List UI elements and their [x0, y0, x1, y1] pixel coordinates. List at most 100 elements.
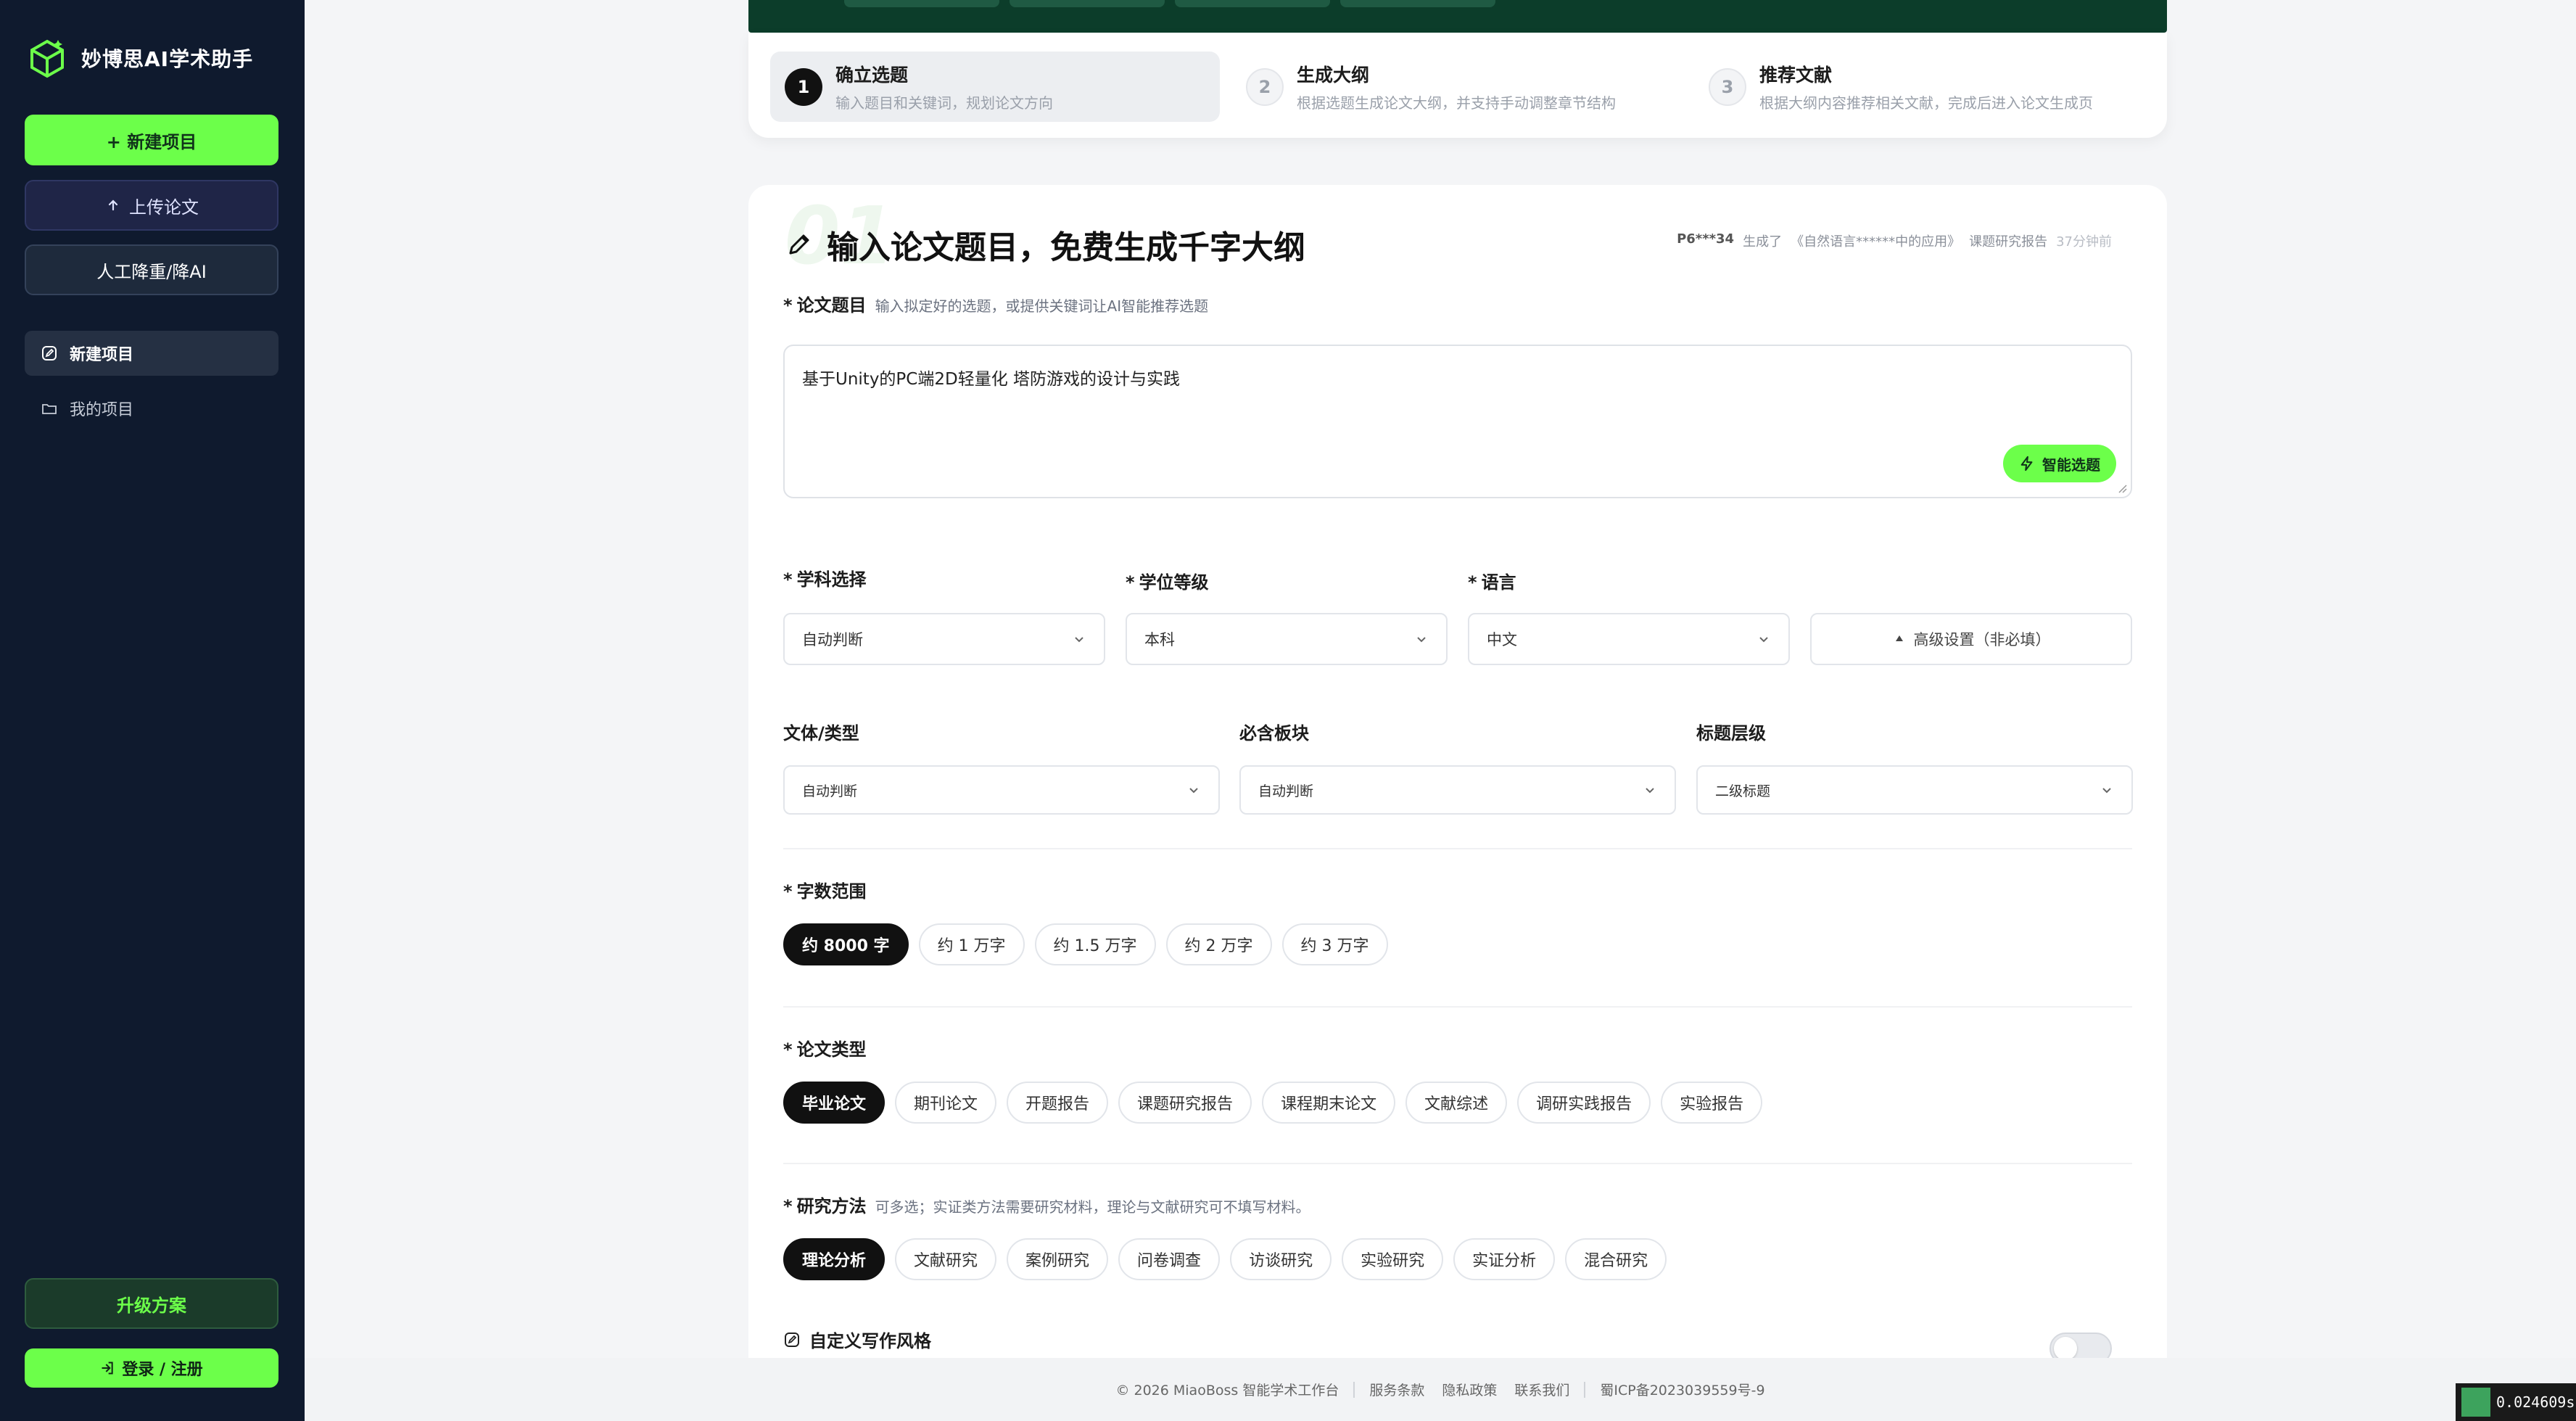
heading-level-select[interactable]: 二级标题 — [1696, 765, 2133, 815]
nav-item-my-projects[interactable]: 我的项目 — [25, 386, 278, 431]
word-count-option[interactable]: 约 8000 字 — [783, 923, 909, 965]
banner-tab — [844, 0, 999, 7]
chevron-down-icon — [1417, 637, 1426, 643]
required-section-select[interactable]: 自动判断 — [1239, 765, 1676, 815]
upload-paper-label: 上传论文 — [129, 197, 199, 218]
topic-label-text: 论文题目 — [796, 295, 867, 316]
topic-textarea[interactable]: 基于Unity的PC端2D轻量化 塔防游戏的设计与实践 智能选题 — [783, 345, 2132, 498]
nav-item-label: 我的项目 — [70, 401, 134, 419]
new-project-button[interactable]: + 新建项目 — [25, 115, 278, 165]
reduce-ai-button[interactable]: 人工降重/降AI — [25, 244, 278, 295]
method-label-text: 研究方法 — [796, 1196, 867, 1216]
smart-topic-label: 智能选题 — [2042, 456, 2100, 474]
step-1[interactable]: 1 确立选题 输入题目和关键词，规划论文方向 — [770, 52, 1220, 122]
paper-type-option[interactable]: 实验报告 — [1661, 1082, 1763, 1124]
footer-separator — [1584, 1381, 1586, 1398]
step-progress: 1 确立选题 输入题目和关键词，规划论文方向 2 生成大纲 根据选题生成论文大纲… — [748, 33, 2167, 138]
divider — [783, 1006, 2132, 1008]
paper-type-option[interactable]: 课程期末论文 — [1262, 1082, 1396, 1124]
main-content: 1 确立选题 输入题目和关键词，规划论文方向 2 生成大纲 根据选题生成论文大纲… — [305, 0, 2576, 1421]
edit-icon — [42, 346, 57, 361]
method-option[interactable]: 案例研究 — [1007, 1238, 1109, 1280]
method-option[interactable]: 混合研究 — [1565, 1238, 1667, 1280]
method-option[interactable]: 问卷调查 — [1118, 1238, 1221, 1280]
language-label: * 语言 — [1468, 572, 1516, 593]
footer-link-terms[interactable]: 服务条款 — [1369, 1380, 1424, 1399]
subject-label: * 学科选择 — [783, 569, 867, 590]
paper-type-options: 毕业论文 期刊论文 开题报告 课题研究报告 课程期末论文 文献综述 调研实践报告… — [783, 1082, 1763, 1124]
paper-type-option[interactable]: 文献综述 — [1405, 1082, 1508, 1124]
word-count-option[interactable]: 约 3 万字 — [1281, 923, 1388, 965]
ticker-user: P6***34 — [1677, 231, 1735, 247]
paper-type-label: * 论文类型 — [783, 1039, 867, 1060]
nav-item-new-project[interactable]: 新建项目 — [25, 331, 278, 376]
step-3[interactable]: 3 推荐文献 根据大纲内容推荐相关文献，完成后进入论文生成页 — [1694, 52, 2093, 122]
advanced-settings-label: 高级设置（非必填） — [1913, 631, 2051, 648]
step-desc: 输入题目和关键词，规划论文方向 — [835, 94, 1053, 112]
language-label-text: 语言 — [1481, 572, 1516, 593]
footer-link-privacy[interactable]: 隐私政策 — [1442, 1380, 1497, 1399]
ticker-action: 生成了 — [1743, 234, 1783, 250]
advanced-settings-button[interactable]: 高级设置（非必填） — [1810, 613, 2132, 665]
footer-icp[interactable]: 蜀ICP备2023039559号-9 — [1600, 1380, 1764, 1399]
triangle-up-icon — [1895, 635, 1903, 641]
step-title: 生成大纲 — [1297, 65, 1370, 86]
method-option[interactable]: 理论分析 — [783, 1238, 886, 1280]
method-option[interactable]: 实验研究 — [1342, 1238, 1444, 1280]
chevron-down-icon — [1759, 637, 1768, 643]
method-hint: 可多选；实证类方法需要研究材料，理论与文献研究可不填写材料。 — [875, 1198, 1310, 1216]
footer-links: 服务条款 隐私政策 联系我们 — [1369, 1380, 1569, 1399]
genre-select[interactable]: 自动判断 — [783, 765, 1220, 815]
language-select[interactable]: 中文 — [1468, 613, 1790, 665]
banner-tab — [1340, 0, 1495, 7]
resize-handle-icon[interactable] — [2118, 484, 2128, 494]
banner-tab — [1010, 0, 1165, 7]
paper-type-option[interactable]: 期刊论文 — [895, 1082, 997, 1124]
method-option[interactable]: 实证分析 — [1453, 1238, 1556, 1280]
method-label: * 研究方法 可多选；实证类方法需要研究材料，理论与文献研究可不填写材料。 — [783, 1196, 1310, 1216]
ticker-topic: 《自然语言******中的应用》 — [1791, 234, 1961, 250]
edit-icon — [785, 1332, 799, 1347]
chevron-down-icon — [1189, 788, 1198, 794]
method-option[interactable]: 访谈研究 — [1230, 1238, 1332, 1280]
required-section-value: 自动判断 — [1258, 783, 1314, 799]
step-desc: 根据选题生成论文大纲，并支持手动调整章节结构 — [1297, 94, 1616, 112]
sidebar: 妙博思AI学术助手 + 新建项目 上传论文 人工降重/降AI 新建项目 我的项目… — [0, 0, 305, 1421]
heading-level-value: 二级标题 — [1715, 783, 1771, 799]
login-register-button[interactable]: 登录 / 注册 — [25, 1348, 278, 1388]
degree-label-text: 学位等级 — [1139, 572, 1209, 593]
paper-type-option[interactable]: 课题研究报告 — [1118, 1082, 1252, 1124]
topic-value: 基于Unity的PC端2D轻量化 塔防游戏的设计与实践 — [802, 370, 1181, 389]
upload-icon — [108, 199, 118, 211]
word-count-option[interactable]: 约 1 万字 — [918, 923, 1025, 965]
subject-select[interactable]: 自动判断 — [783, 613, 1105, 665]
login-register-label: 登录 / 注册 — [122, 1361, 203, 1379]
app-name: 妙博思AI学术助手 — [81, 47, 254, 71]
step-number: 1 — [785, 67, 822, 106]
smart-topic-button[interactable]: 智能选题 — [2003, 445, 2116, 482]
divider — [783, 1163, 2132, 1164]
top-banner — [748, 0, 2167, 33]
method-option[interactable]: 文献研究 — [895, 1238, 997, 1280]
chevron-down-icon — [1646, 788, 1654, 794]
paper-type-option[interactable]: 调研实践报告 — [1517, 1082, 1651, 1124]
word-count-option[interactable]: 约 2 万字 — [1165, 923, 1272, 965]
folder-icon — [42, 404, 57, 414]
degree-value: 本科 — [1144, 631, 1175, 648]
upload-paper-button[interactable]: 上传论文 — [25, 180, 278, 231]
paper-type-option[interactable]: 毕业论文 — [783, 1082, 886, 1124]
method-options: 理论分析 文献研究 案例研究 问卷调查 访谈研究 实验研究 实证分析 混合研究 — [783, 1238, 1667, 1280]
degree-select[interactable]: 本科 — [1126, 613, 1448, 665]
word-count-option[interactable]: 约 1.5 万字 — [1034, 923, 1156, 965]
paper-type-option[interactable]: 开题报告 — [1007, 1082, 1109, 1124]
upgrade-plan-button[interactable]: 升级方案 — [25, 1278, 278, 1329]
genre-label: 文体/类型 — [783, 723, 859, 744]
step-2[interactable]: 2 生成大纲 根据选题生成论文大纲，并支持手动调整章节结构 — [1231, 52, 1616, 122]
app-logo[interactable]: 妙博思AI学术助手 — [26, 35, 253, 81]
genre-value: 自动判断 — [802, 783, 858, 799]
chevron-down-icon — [2102, 788, 2111, 794]
topic-hint: 输入拟定好的选题，或提供关键词让AI智能推荐选题 — [875, 297, 1209, 315]
subject-label-text: 学科选择 — [796, 569, 867, 590]
form-title: 输入论文题目，免费生成千字大纲 — [785, 221, 1305, 268]
footer-link-contact[interactable]: 联系我们 — [1514, 1380, 1569, 1399]
